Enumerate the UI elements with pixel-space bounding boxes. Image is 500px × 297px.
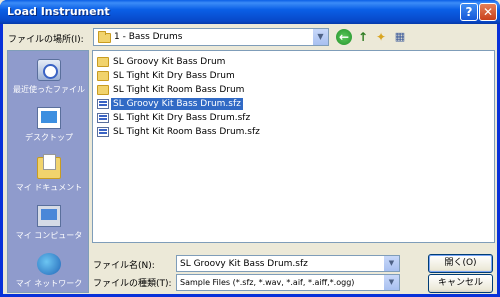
- view-menu-icon[interactable]: ▦: [392, 29, 408, 45]
- file-name-value: SL Groovy Kit Bass Drum.sfz: [180, 259, 308, 269]
- file-name: SL Tight Kit Room Bass Drum: [113, 85, 245, 95]
- place-label: デスクトップ: [25, 133, 73, 142]
- recent-files-icon: [37, 59, 61, 81]
- places-bar: 最近使ったファイル デスクトップ マイ ドキュメント マイ コンピュータ マイ …: [7, 50, 89, 293]
- dialog-window: Load Instrument ? ✕ ファイルの場所(I): 1 - Bass…: [0, 0, 500, 297]
- file-type-label: ファイルの種類(T):: [93, 279, 172, 289]
- file-name-input[interactable]: SL Groovy Kit Bass Drum.sfz ▼: [176, 255, 400, 272]
- file-name: SL Tight Kit Dry Bass Drum: [113, 71, 235, 81]
- look-in-dropdown[interactable]: 1 - Bass Drums ▼: [93, 28, 329, 46]
- folder-icon: [97, 71, 109, 81]
- file-type-dropdown[interactable]: Sample Files (*.sfz, *.wav, *.aif, *.aif…: [176, 274, 400, 291]
- my-network-icon: [37, 253, 61, 275]
- back-icon[interactable]: ←: [336, 29, 352, 45]
- title-bar[interactable]: Load Instrument ? ✕: [0, 0, 500, 24]
- up-folder-icon[interactable]: ↑: [355, 29, 371, 45]
- chevron-down-icon[interactable]: ▼: [384, 275, 399, 290]
- place-my-documents[interactable]: マイ ドキュメント: [8, 154, 90, 193]
- look-in-value: 1 - Bass Drums: [114, 32, 183, 42]
- place-recent-files[interactable]: 最近使ったファイル: [8, 59, 90, 95]
- place-desktop[interactable]: デスクトップ: [8, 107, 90, 143]
- window-title: Load Instrument: [7, 5, 110, 18]
- place-label: マイ ドキュメント: [15, 183, 83, 192]
- folder-icon: [97, 57, 109, 67]
- close-button[interactable]: ✕: [479, 3, 497, 21]
- file-list[interactable]: SL Groovy Kit Bass Drum SL Tight Kit Dry…: [92, 50, 495, 243]
- place-label: マイ コンピュータ: [15, 231, 83, 240]
- desktop-icon: [37, 107, 61, 129]
- folder-icon: [97, 85, 109, 95]
- sfz-file-icon: [97, 127, 109, 137]
- open-button[interactable]: 開く(O): [428, 254, 493, 273]
- chevron-down-icon[interactable]: ▼: [312, 29, 328, 45]
- my-computer-icon: [37, 205, 61, 227]
- cancel-button[interactable]: キャンセル: [428, 274, 493, 293]
- file-name: SL Tight Kit Room Bass Drum.sfz: [113, 127, 260, 137]
- place-label: マイ ネットワーク: [15, 279, 83, 288]
- file-name: SL Groovy Kit Bass Drum.sfz: [111, 98, 243, 110]
- file-name-label: ファイル名(N):: [93, 261, 155, 271]
- folder-icon: [98, 31, 111, 43]
- sfz-file-icon: [97, 113, 109, 123]
- chevron-down-icon[interactable]: ▼: [384, 256, 399, 271]
- file-type-value: Sample Files (*.sfz, *.wav, *.aif, *.aif…: [180, 278, 355, 287]
- place-my-computer[interactable]: マイ コンピュータ: [8, 205, 90, 241]
- dialog-body: ファイルの場所(I): 1 - Bass Drums ▼ ← ↑ ✦ ▦ 最近使…: [3, 24, 497, 294]
- place-my-network[interactable]: マイ ネットワーク: [8, 253, 90, 289]
- place-label: 最近使ったファイル: [13, 85, 85, 94]
- file-name: SL Groovy Kit Bass Drum: [113, 57, 226, 67]
- my-documents-icon: [37, 154, 61, 179]
- file-name: SL Tight Kit Dry Bass Drum.sfz: [113, 113, 251, 123]
- help-button[interactable]: ?: [460, 3, 478, 21]
- look-in-label: ファイルの場所(I):: [8, 35, 84, 45]
- new-folder-icon[interactable]: ✦: [373, 29, 389, 45]
- sfz-file-icon: [97, 99, 109, 109]
